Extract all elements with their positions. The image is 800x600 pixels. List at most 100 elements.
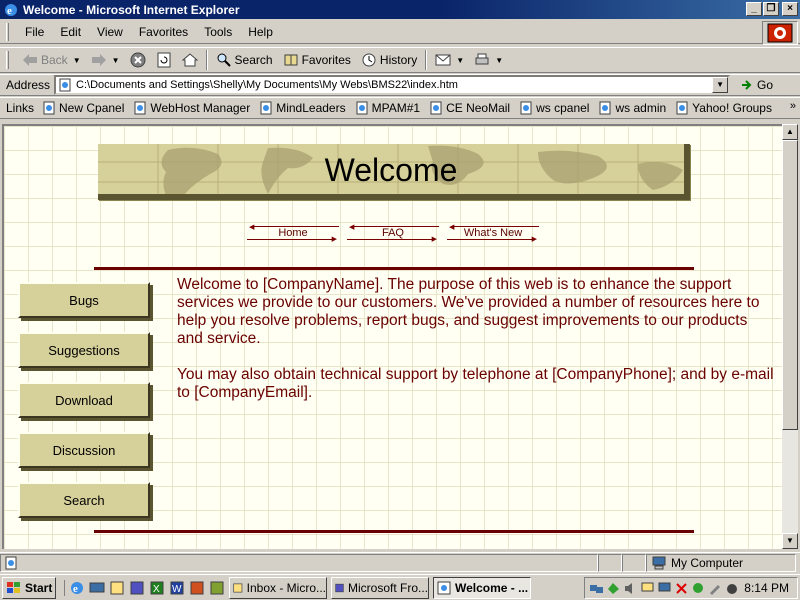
scroll-down-icon[interactable]: ▼ bbox=[782, 533, 798, 549]
publisher-quicklaunch-icon[interactable] bbox=[209, 580, 225, 596]
taskbar: Start e X W Inbox - Micro... Microsoft F… bbox=[0, 574, 800, 600]
link-yahoo-groups[interactable]: Yahoo! Groups bbox=[675, 101, 772, 115]
link-mindleaders[interactable]: MindLeaders bbox=[259, 101, 346, 115]
history-button[interactable]: History bbox=[356, 49, 422, 71]
task-welcome[interactable]: Welcome - ... bbox=[433, 576, 531, 599]
nav-download-button[interactable]: Download bbox=[18, 382, 150, 418]
ie-task-icon bbox=[437, 581, 451, 594]
link-webhost-manager[interactable]: WebHost Manager bbox=[133, 101, 250, 115]
mail-button[interactable]: ▼ bbox=[430, 49, 469, 71]
status-cell bbox=[598, 553, 622, 572]
desktop-quicklaunch-icon[interactable] bbox=[89, 580, 105, 596]
nav-home[interactable]: ◀ Home ▶ bbox=[247, 224, 339, 243]
windows-logo-icon bbox=[7, 581, 20, 593]
link-label: ws cpanel bbox=[536, 101, 590, 115]
favorites-label: Favorites bbox=[301, 53, 351, 67]
menu-tools[interactable]: Tools bbox=[196, 25, 240, 39]
menu-edit[interactable]: Edit bbox=[52, 25, 89, 39]
home-button[interactable] bbox=[177, 49, 203, 71]
nav-suggestions-button[interactable]: Suggestions bbox=[18, 332, 150, 368]
search-icon bbox=[217, 53, 231, 67]
page-title: Welcome bbox=[324, 152, 458, 188]
close-button[interactable]: × bbox=[782, 2, 798, 16]
link-page-icon bbox=[260, 101, 272, 115]
nav-search-button[interactable]: Search bbox=[18, 482, 150, 518]
back-button[interactable]: Back ▼ bbox=[17, 49, 86, 71]
nav-faq[interactable]: ◀ FAQ ▶ bbox=[347, 224, 439, 243]
nav-discussion-button[interactable]: Discussion bbox=[18, 432, 150, 468]
security-zone: My Computer bbox=[646, 553, 796, 572]
nav-bugs-button[interactable]: Bugs bbox=[18, 282, 150, 318]
task-frontpage[interactable]: Microsoft Fro... bbox=[331, 576, 429, 599]
outlook-quicklaunch-icon[interactable] bbox=[109, 580, 125, 596]
link-ws-cpanel[interactable]: ws cpanel bbox=[519, 101, 589, 115]
nav-line bbox=[347, 239, 435, 240]
ie-icon: e bbox=[5, 3, 17, 17]
print-button[interactable]: ▼ bbox=[469, 49, 508, 71]
display-icon[interactable] bbox=[640, 581, 655, 596]
refresh-icon bbox=[157, 52, 171, 68]
links-more-icon[interactable]: » bbox=[790, 100, 796, 112]
menu-view[interactable]: View bbox=[89, 25, 131, 39]
network-icon[interactable] bbox=[589, 581, 604, 596]
link-page-icon bbox=[430, 101, 442, 115]
menu-bar: File Edit View Favorites Tools Help bbox=[0, 20, 800, 44]
excel-quicklaunch-icon[interactable]: X bbox=[149, 580, 165, 596]
go-arrow-icon bbox=[742, 80, 752, 90]
minimize-button[interactable]: _ bbox=[746, 2, 762, 16]
refresh-button[interactable] bbox=[151, 49, 177, 71]
dropdown-arrow-icon[interactable]: ▼ bbox=[112, 56, 120, 65]
link-ce-neomail[interactable]: CE NeoMail bbox=[429, 101, 510, 115]
svg-text:W: W bbox=[172, 584, 182, 595]
svg-text:X: X bbox=[153, 584, 160, 595]
menu-favorites[interactable]: Favorites bbox=[131, 25, 196, 39]
top-navigation: ◀ Home ▶ ◀ FAQ ▶ ◀ What's New ▶ bbox=[247, 224, 539, 243]
restore-button[interactable]: ❐ bbox=[763, 2, 779, 16]
favorites-button[interactable]: Favorites bbox=[278, 49, 356, 71]
antivirus-icon[interactable] bbox=[606, 581, 621, 596]
scroll-up-icon[interactable]: ▲ bbox=[782, 124, 798, 140]
link-new-cpanel[interactable]: New Cpanel bbox=[42, 101, 124, 115]
nav-whats-new-label: What's New bbox=[463, 227, 523, 239]
window-title: Welcome - Microsoft Internet Explorer bbox=[23, 2, 240, 17]
link-page-icon bbox=[676, 101, 688, 115]
link-page-icon bbox=[356, 101, 368, 115]
menu-help[interactable]: Help bbox=[240, 25, 281, 39]
task-inbox[interactable]: Inbox - Micro... bbox=[229, 576, 327, 599]
nav-line bbox=[447, 239, 535, 240]
start-button[interactable]: Start bbox=[2, 576, 56, 599]
address-dropdown-icon[interactable]: ▼ bbox=[712, 77, 729, 93]
stop-button[interactable] bbox=[125, 49, 151, 71]
volume-icon[interactable] bbox=[623, 581, 638, 596]
dropdown-arrow-icon[interactable]: ▼ bbox=[73, 56, 81, 65]
divider-top bbox=[94, 267, 694, 270]
address-input[interactable]: C:\Documents and Settings\Shelly\My Docu… bbox=[54, 75, 731, 95]
powerpoint-quicklaunch-icon[interactable] bbox=[189, 580, 205, 596]
nav-whats-new[interactable]: ◀ What's New ▶ bbox=[447, 224, 539, 243]
link-mpam1[interactable]: MPAM#1 bbox=[355, 101, 420, 115]
link-ws-admin[interactable]: ws admin bbox=[598, 101, 666, 115]
outlook-icon bbox=[233, 583, 243, 592]
dropdown-arrow-icon[interactable]: ▼ bbox=[456, 56, 464, 65]
vertical-scrollbar[interactable]: ▲ ▼ bbox=[782, 124, 798, 549]
links-label: Links bbox=[6, 101, 35, 115]
tool-icon[interactable] bbox=[708, 581, 723, 596]
nav-arrow-right-icon: ▶ bbox=[331, 236, 337, 243]
monitor-icon[interactable] bbox=[657, 581, 672, 596]
search-button[interactable]: Search bbox=[211, 49, 278, 71]
history-label: History bbox=[379, 53, 418, 67]
ie-quicklaunch-icon[interactable]: e bbox=[69, 580, 85, 596]
word-quicklaunch-icon[interactable]: W bbox=[169, 580, 185, 596]
go-button[interactable]: Go bbox=[740, 78, 773, 92]
menu-file[interactable]: File bbox=[17, 25, 52, 39]
messenger-icon[interactable] bbox=[691, 581, 706, 596]
phone-icon[interactable] bbox=[725, 581, 740, 596]
alert-icon[interactable] bbox=[674, 581, 689, 596]
forward-button[interactable]: ▼ bbox=[86, 49, 125, 71]
dropdown-arrow-icon[interactable]: ▼ bbox=[495, 56, 503, 65]
scroll-thumb[interactable] bbox=[782, 140, 798, 430]
task-label: Microsoft Fro... bbox=[347, 580, 428, 595]
clock[interactable]: 8:14 PM bbox=[744, 581, 789, 595]
home-icon bbox=[181, 53, 198, 67]
app-quicklaunch-icon[interactable] bbox=[129, 580, 145, 596]
